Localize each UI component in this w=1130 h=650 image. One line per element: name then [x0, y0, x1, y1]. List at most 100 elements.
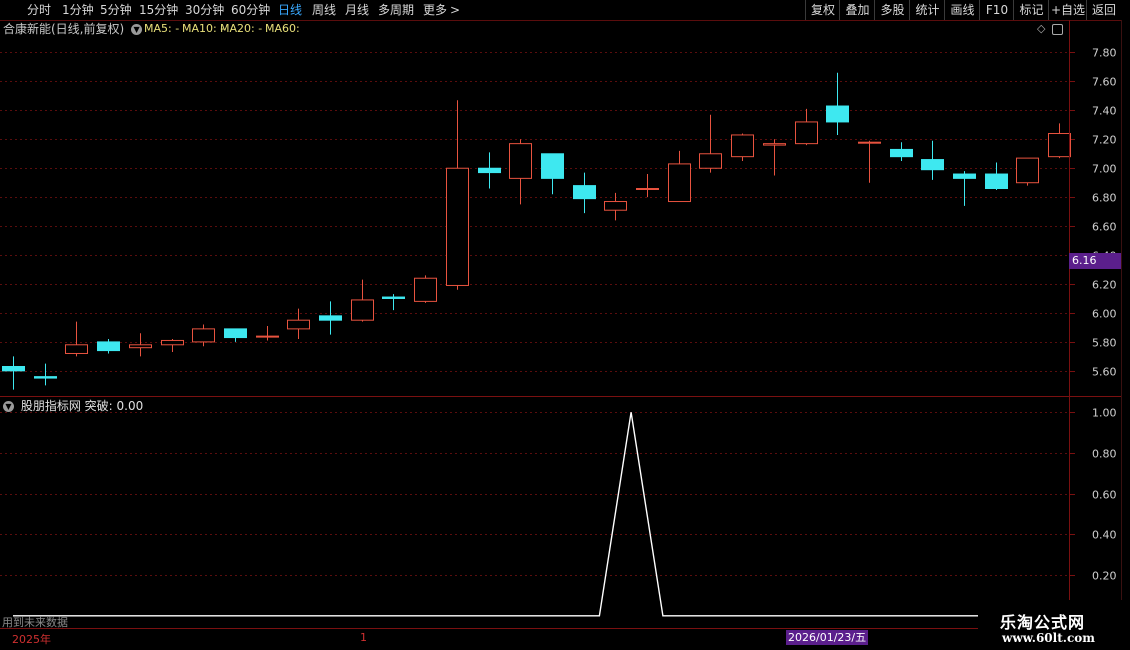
collapse-panel-icon[interactable]: ▼ [131, 24, 143, 35]
period-tab-60min[interactable]: 60分钟 [231, 2, 270, 18]
candle [890, 142, 913, 162]
candle-body [731, 134, 754, 158]
candle-body [129, 344, 152, 349]
price-tick-label: 7.40 [1092, 104, 1117, 117]
price-tick-label: 6.20 [1092, 278, 1117, 291]
indicator-value: 突破: 0.00 [84, 399, 144, 413]
future-data-note: 用到未来数据 [2, 616, 68, 629]
candle [478, 152, 501, 189]
candle-body [1048, 133, 1071, 158]
period-tab-more[interactable]: 更多 [423, 2, 447, 18]
more-chevron-icon[interactable]: > [450, 2, 460, 18]
statistics-button[interactable]: 统计 [909, 0, 945, 20]
price-tick-label: 6.80 [1092, 191, 1117, 204]
candle [953, 171, 976, 206]
period-tab-5min[interactable]: 5分钟 [100, 2, 132, 18]
time-axis-marker: 1 [360, 631, 367, 644]
collapse-indicator-icon[interactable]: ▼ [3, 401, 14, 412]
kline-chart[interactable] [0, 0, 1130, 650]
period-tab-weekly[interactable]: 周线 [312, 2, 336, 18]
time-axis-year: 2025年 [12, 633, 51, 646]
candle-body [414, 277, 437, 302]
price-tick-label: 5.80 [1092, 336, 1117, 349]
candle [287, 308, 310, 340]
candle [351, 279, 374, 322]
candle-body [287, 319, 310, 330]
candle-body [604, 201, 627, 211]
candle [668, 150, 691, 203]
period-tab-daily[interactable]: 日线 [278, 2, 302, 18]
candle-body [65, 344, 88, 354]
candle-body [224, 328, 247, 339]
candle [446, 100, 469, 290]
adjust-button[interactable]: 复权 [805, 0, 840, 20]
square-icon[interactable] [1052, 24, 1063, 35]
ma5-label: MA5: - [144, 22, 180, 35]
ma20-label: MA20: - [220, 22, 263, 35]
indicator-tick-label: 0.80 [1092, 447, 1117, 460]
right-strip [1121, 20, 1130, 628]
candle-body [1016, 157, 1039, 184]
candle-body [953, 173, 976, 179]
period-tab-timeshare[interactable]: 分时 [27, 2, 51, 18]
candle [161, 339, 184, 353]
indicator-tick-label: 0.40 [1092, 528, 1117, 541]
indicator-title: ▼ 股朋指标网 突破: 0.00 [3, 398, 143, 414]
price-tick-label: 7.20 [1092, 133, 1117, 146]
candle [699, 114, 722, 173]
period-tab-1min[interactable]: 1分钟 [62, 2, 94, 18]
candle-body [351, 299, 374, 321]
period-toolbar: 分时 1分钟 5分钟 15分钟 30分钟 60分钟 日线 周线 月线 多周期 更… [0, 0, 1130, 21]
indicator-tick-label: 0.60 [1092, 488, 1117, 501]
candle [731, 133, 754, 162]
candle [573, 172, 596, 214]
grid-lines [0, 52, 1075, 576]
f10-button[interactable]: F10 [979, 0, 1014, 20]
candle-body [34, 376, 57, 379]
back-button[interactable]: 返回 [1086, 0, 1121, 20]
price-tick-label: 7.60 [1092, 75, 1117, 88]
candle-body [319, 315, 342, 321]
overlay-button[interactable]: 叠加 [839, 0, 875, 20]
candle [858, 140, 881, 183]
candle-body [2, 366, 25, 372]
period-tab-30min[interactable]: 30分钟 [185, 2, 224, 18]
candle-body [921, 159, 944, 171]
indicator-tick-label: 0.20 [1092, 569, 1117, 582]
breakout-line [13, 412, 1075, 617]
period-tab-15min[interactable]: 15分钟 [139, 2, 178, 18]
candle-body [890, 148, 913, 158]
candle-body [985, 173, 1008, 190]
candle-body [763, 143, 786, 146]
candle [826, 72, 849, 135]
diamond-icon[interactable]: ◇ [1037, 22, 1045, 35]
candle-body [541, 153, 564, 179]
candle [65, 321, 88, 357]
ma10-label: MA10: - [182, 22, 225, 35]
cursor-date-label: 2026/01/23/五 [786, 630, 869, 645]
candle [192, 324, 215, 347]
candle [2, 356, 25, 390]
mark-button[interactable]: 标记 [1013, 0, 1049, 20]
breakout-indicator-series [13, 412, 1075, 617]
candle [985, 162, 1008, 190]
watermark-url: www.60lt.com [1002, 631, 1095, 645]
candle [541, 153, 564, 195]
period-tab-multi[interactable]: 多周期 [378, 2, 414, 18]
candle [509, 139, 532, 205]
candle [1016, 157, 1039, 186]
draw-line-button[interactable]: 画线 [944, 0, 980, 20]
period-tab-monthly[interactable]: 月线 [345, 2, 369, 18]
watermark-title: 乐淘公式网 [1000, 613, 1086, 632]
price-tick-label: 5.60 [1092, 365, 1117, 378]
candle [34, 363, 57, 386]
price-tick-label: 7.00 [1092, 162, 1117, 175]
candle-body [858, 141, 881, 144]
candle [382, 294, 405, 311]
add-watchlist-button[interactable]: +自选 [1048, 0, 1087, 20]
price-tick-label: 7.80 [1092, 46, 1117, 59]
candle-body [795, 121, 818, 145]
indicator-name: 股朋指标网 [20, 399, 81, 413]
candlestick-series [2, 72, 1071, 390]
multi-stock-button[interactable]: 多股 [874, 0, 910, 20]
